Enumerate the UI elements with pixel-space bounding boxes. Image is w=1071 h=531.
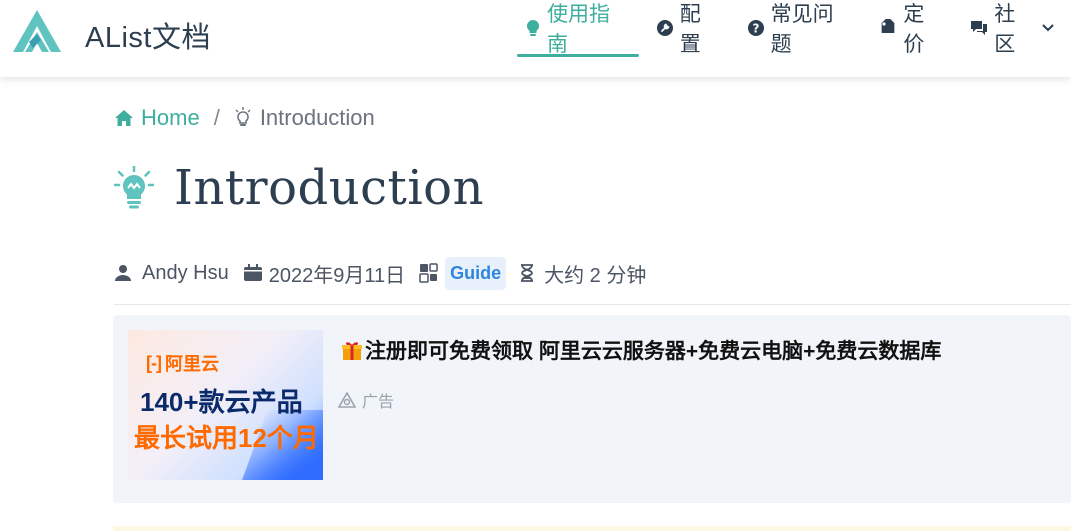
tag-icon: [879, 19, 897, 37]
author-name: Andy Hsu: [142, 261, 229, 284]
nav-item-label: 配置: [679, 3, 701, 56]
nav-item-faq[interactable]: ? 常见问题: [739, 0, 863, 56]
ad-label-text: 广告: [362, 394, 395, 411]
publish-date: 2022年9月11日: [268, 264, 406, 287]
page-title: Introduction: [114, 160, 484, 216]
breadcrumb: Home / Introduction: [114, 105, 375, 131]
ad-label: 广告: [338, 388, 394, 412]
wrench-circle-icon: [656, 19, 674, 37]
nav-item-label: 使用指南: [547, 3, 610, 56]
ad-image-line1: 140+款云产品: [140, 387, 303, 417]
aliyun-logo: [-] 阿里云: [146, 350, 219, 376]
site-title[interactable]: AList文档: [85, 14, 211, 56]
nav-item-config[interactable]: 配置: [648, 0, 730, 56]
nav-item-guide[interactable]: 使用指南: [517, 0, 639, 57]
lightbulb-icon: [525, 19, 541, 37]
nav-item-label: 常见问题: [770, 3, 834, 56]
ad-image-line2: 最长试用12个月: [134, 423, 319, 453]
ad-title-text: 注册即可免费领取 阿里云云服务器+免费云电脑+免费云数据库: [365, 340, 942, 363]
ad-title[interactable]: 注册即可免费领取 阿里云云服务器+免费云电脑+免费云数据库: [341, 335, 941, 365]
home-icon: [114, 109, 134, 127]
hourglass-icon: [520, 264, 534, 282]
article-meta: Andy Hsu 2022年9月11日 Guide 大约 2 分钟: [114, 255, 660, 291]
svg-text:?: ?: [752, 22, 759, 36]
ethicalads-icon: [338, 392, 356, 408]
breadcrumb-home-link[interactable]: Home: [114, 105, 200, 131]
meta-category: Guide: [419, 256, 507, 290]
breadcrumb-separator: /: [213, 105, 220, 130]
main-nav: 使用指南 配置 ? 常见问题 定价 社区: [517, 0, 1071, 77]
nav-item-community[interactable]: 社区: [962, 0, 1062, 56]
alist-logo-icon[interactable]: [11, 8, 63, 54]
chat-bubbles-icon: [970, 19, 988, 37]
user-icon: [114, 264, 132, 282]
page-heading: Introduction: [174, 160, 484, 216]
nav-item-pricing[interactable]: 定价: [871, 0, 953, 56]
meta-reading-time: 大约 2 分钟: [520, 259, 646, 288]
aliyun-bracket-icon: [-]: [146, 352, 162, 373]
calendar-icon: [243, 264, 263, 282]
chevron-down-icon: [1042, 20, 1054, 36]
ad-image[interactable]: [-] 阿里云 140+款云产品 最长试用12个月: [128, 330, 323, 480]
category-tag[interactable]: Guide: [445, 256, 507, 290]
question-circle-icon: ?: [747, 19, 765, 37]
ad-banner[interactable]: [-] 阿里云 140+款云产品 最长试用12个月 注册即可免费领取 阿里云云服…: [113, 315, 1071, 503]
nav-item-label: 定价: [903, 3, 925, 56]
meta-date: 2022年9月11日: [243, 259, 405, 288]
lightbulb-icon: [114, 166, 154, 210]
category-grid-icon: [419, 263, 439, 283]
breadcrumb-current: Introduction: [234, 105, 375, 131]
lightbulb-icon: [234, 107, 252, 129]
divider: [114, 304, 1071, 305]
gift-icon: [341, 339, 363, 361]
breadcrumb-home-label: Home: [141, 105, 200, 130]
ad-image-brand: 阿里云: [164, 354, 219, 374]
tip-container-edge: [113, 526, 1071, 531]
reading-time: 大约 2 分钟: [544, 264, 647, 287]
meta-author[interactable]: Andy Hsu: [114, 262, 229, 285]
navbar: AList文档 使用指南 配置 ? 常见问题 定价 社区: [0, 0, 1071, 77]
nav-item-label: 社区: [994, 3, 1016, 56]
breadcrumb-current-label: Introduction: [259, 105, 375, 130]
